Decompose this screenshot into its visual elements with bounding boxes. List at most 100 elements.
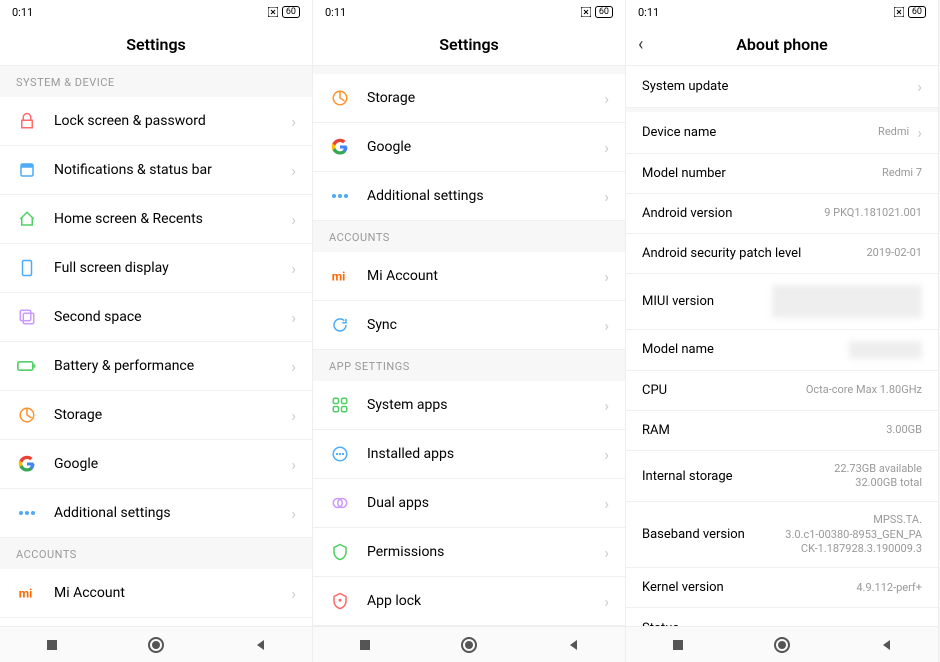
- settings-row[interactable]: Battery & performance›: [0, 342, 312, 391]
- settings-row[interactable]: Second space›: [0, 293, 312, 342]
- settings-row[interactable]: miMi Account›: [313, 252, 625, 301]
- statusbar: 0:11 60: [626, 0, 938, 24]
- row-label: Additional settings: [367, 188, 596, 204]
- settings-row[interactable]: Additional settings›: [313, 172, 625, 221]
- x-icon: [268, 7, 278, 17]
- row-label: Permissions: [367, 544, 596, 560]
- about-value: hidden: [849, 341, 922, 359]
- row-label: Google: [367, 139, 596, 155]
- settings-row[interactable]: Home screen & Recents ›: [0, 195, 312, 244]
- chevron-right-icon: ›: [291, 455, 296, 474]
- about-row: Internal storage22.73GB available 32.00G…: [626, 451, 938, 503]
- settings-row[interactable]: Sync›: [313, 301, 625, 350]
- apps-icon: [329, 394, 351, 416]
- about-value: 9 PKQ1.181021.001: [824, 206, 922, 220]
- lock-icon: [16, 110, 38, 132]
- back-button[interactable]: ‹: [638, 34, 643, 55]
- chevron-right-icon: ›: [291, 210, 296, 229]
- x-icon: [894, 7, 904, 17]
- installed-icon: [329, 443, 351, 465]
- settings-row[interactable]: miMi Account›: [0, 569, 312, 618]
- titlebar: Settings: [0, 24, 312, 66]
- page-title: About phone: [736, 35, 828, 54]
- about-value: MPSS.TA. 3.0.c1-00380-8953_GEN_PA CK-1.1…: [785, 513, 922, 556]
- about-value: 3.00GB: [886, 423, 922, 437]
- about-value: Redmi: [878, 125, 909, 139]
- row-label: App lock: [367, 593, 596, 609]
- storage-icon: [16, 404, 38, 426]
- about-row: MIUI versionMIUI Global 10.2 | Stable: [626, 274, 938, 330]
- about-row: Kernel version4.9.112-perf+: [626, 568, 938, 608]
- settings-row[interactable]: Notifications & status bar›: [0, 146, 312, 195]
- row-label: Dual apps: [367, 495, 596, 511]
- settings-list-1[interactable]: SYSTEM & DEVICE Lock screen & password › No…: [0, 66, 312, 626]
- chevron-right-icon: ›: [291, 504, 296, 523]
- fullscreen-icon: [16, 257, 38, 279]
- chevron-right-icon: ›: [604, 396, 609, 415]
- settings-row[interactable]: Permissions›: [313, 528, 625, 577]
- chevron-right-icon: ›: [604, 494, 609, 513]
- chevron-right-icon: ›: [291, 112, 296, 131]
- settings-row[interactable]: Storage›: [0, 391, 312, 440]
- about-key: Android version: [642, 206, 824, 221]
- nav-back[interactable]: [240, 638, 280, 652]
- phone-screen-2: 0:11 60 Settings Storage›Google›Addition…: [313, 0, 626, 662]
- settings-row[interactable]: Installed apps›: [313, 430, 625, 479]
- about-row: CPUOcta-core Max 1.80GHz: [626, 371, 938, 411]
- about-list[interactable]: System update›Device nameRedmi›Model num…: [626, 66, 938, 626]
- navbar: [0, 626, 312, 662]
- nav-recents[interactable]: [32, 638, 72, 652]
- settings-row[interactable]: App lock›: [313, 577, 625, 626]
- more-icon: [16, 502, 38, 524]
- settings-row[interactable]: Full screen display›: [0, 244, 312, 293]
- settings-row[interactable]: System apps›: [313, 381, 625, 430]
- mi-icon: mi: [16, 582, 38, 604]
- settings-row[interactable]: Google ›: [313, 123, 625, 172]
- google-icon: [329, 136, 351, 158]
- battery-icon: 60: [908, 6, 926, 18]
- about-key: RAM: [642, 423, 886, 438]
- nav-home[interactable]: [762, 636, 802, 654]
- row-label: Lock screen & password: [54, 113, 283, 129]
- nav-home[interactable]: [449, 636, 489, 654]
- home-icon: [16, 208, 38, 230]
- statusbar: 0:11 60: [0, 0, 312, 24]
- row-label: Installed apps: [367, 446, 596, 462]
- row-label: Home screen & Recents: [54, 211, 283, 227]
- about-row[interactable]: System update›: [626, 66, 938, 108]
- statusbar: 0:11 60: [313, 0, 625, 24]
- about-value: 4.9.112-perf+: [856, 581, 922, 595]
- about-value: 2019-02-01: [866, 246, 922, 260]
- nav-back[interactable]: [866, 638, 906, 652]
- section-header: APP SETTINGS: [313, 350, 625, 381]
- statusbar-time: 0:11: [638, 6, 659, 19]
- settings-row[interactable]: Google ›: [0, 440, 312, 489]
- settings-row[interactable]: Dual apps ›: [313, 479, 625, 528]
- settings-row[interactable]: Additional settings›: [0, 489, 312, 538]
- settings-row[interactable]: Storage›: [313, 74, 625, 123]
- about-value: Octa-core Max 1.80GHz: [806, 383, 922, 397]
- nav-recents[interactable]: [345, 638, 385, 652]
- navbar: [313, 626, 625, 662]
- chevron-right-icon: ›: [604, 89, 609, 108]
- chevron-right-icon: ›: [917, 123, 922, 142]
- permissions-icon: [329, 541, 351, 563]
- about-key: System update: [642, 79, 909, 94]
- chevron-right-icon: ›: [291, 406, 296, 425]
- about-row[interactable]: Status›: [626, 608, 938, 626]
- nav-recents[interactable]: [658, 638, 698, 652]
- row-label: Battery & performance: [54, 358, 283, 374]
- settings-row[interactable]: Sync›: [0, 618, 312, 626]
- about-row: RAM3.00GB: [626, 411, 938, 451]
- nav-back[interactable]: [553, 638, 593, 652]
- settings-row[interactable]: Lock screen & password ›: [0, 97, 312, 146]
- chevron-right-icon: ›: [604, 138, 609, 157]
- section-header: SYSTEM & DEVICE: [0, 66, 312, 97]
- about-row[interactable]: Device nameRedmi›: [626, 112, 938, 154]
- settings-list-2[interactable]: Storage›Google›Additional settings›ACCOU…: [313, 66, 625, 626]
- about-key: Internal storage: [642, 469, 834, 484]
- row-label: Google: [54, 456, 283, 472]
- nav-home[interactable]: [136, 636, 176, 654]
- battery-icon: 60: [282, 6, 300, 18]
- chevron-right-icon: ›: [291, 584, 296, 603]
